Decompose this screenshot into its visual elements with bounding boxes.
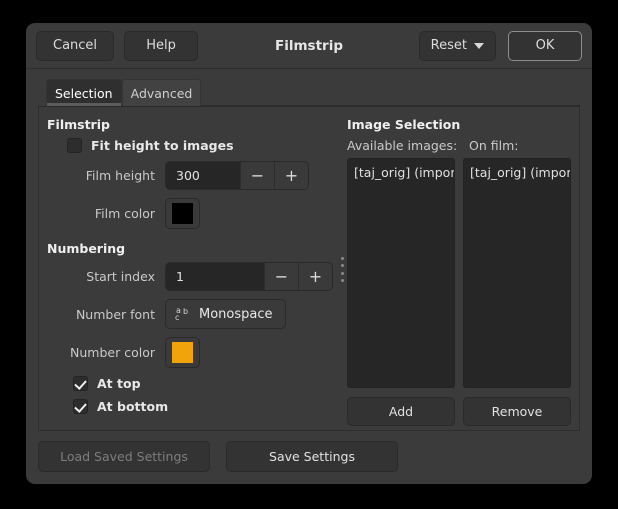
tab-advanced[interactable]: Advanced	[122, 79, 202, 106]
dialog-body: Selection Advanced Filmstrip Fit height …	[26, 69, 592, 431]
numbering-section-title: Numbering	[47, 241, 333, 256]
save-settings-button[interactable]: Save Settings	[226, 441, 398, 472]
list-item[interactable]: [taj_orig] (imported)	[464, 162, 570, 183]
checkbox-box	[73, 399, 88, 414]
film-color-button[interactable]	[165, 198, 200, 229]
film-color-row: Film color	[47, 198, 333, 229]
number-font-button[interactable]: acb Monospace	[165, 299, 286, 329]
remove-button[interactable]: Remove	[463, 397, 571, 426]
number-font-row: Number font acb Monospace	[47, 299, 333, 329]
grip-dots-icon	[341, 257, 344, 283]
number-font-value: Monospace	[199, 307, 273, 322]
ok-button[interactable]: OK	[508, 31, 582, 61]
image-selection-column: Image Selection Available images: On fil…	[347, 113, 579, 426]
film-height-spinner[interactable]: 300 − +	[165, 161, 309, 190]
left-options-column: Filmstrip Fit height to images Film heig…	[39, 113, 337, 426]
start-index-increment-button[interactable]: +	[298, 263, 332, 290]
number-font-label: Number font	[47, 307, 165, 322]
on-film-label: On film:	[469, 138, 518, 153]
filmstrip-section-title: Filmstrip	[47, 117, 333, 132]
help-button[interactable]: Help	[124, 31, 198, 61]
cancel-button[interactable]: Cancel	[36, 31, 114, 61]
header-right-buttons: Reset OK	[419, 31, 582, 61]
film-height-input[interactable]: 300	[166, 162, 240, 189]
list-item[interactable]: [taj_orig] (imported)	[348, 162, 454, 183]
film-color-label: Film color	[47, 206, 165, 221]
available-images-list[interactable]: [taj_orig] (imported)	[347, 158, 455, 388]
list-headers: Available images: On film:	[347, 138, 571, 153]
settings-notebook: Selection Advanced Filmstrip Fit height …	[38, 79, 580, 431]
film-color-swatch	[172, 203, 193, 224]
load-saved-settings-button[interactable]: Load Saved Settings	[38, 441, 210, 472]
panel-splitter-handle[interactable]	[337, 113, 347, 426]
checkbox-box	[73, 376, 88, 391]
tab-bar: Selection Advanced	[38, 79, 580, 107]
start-index-spinner[interactable]: 1 − +	[165, 262, 333, 291]
start-index-label: Start index	[47, 269, 165, 284]
start-index-row: Start index 1 − +	[47, 262, 333, 291]
checkbox-box	[67, 138, 82, 153]
chevron-down-icon	[474, 43, 484, 49]
number-color-label: Number color	[47, 345, 165, 360]
film-height-decrement-button[interactable]: −	[240, 162, 274, 189]
tab-bar-filler	[201, 79, 580, 106]
start-index-decrement-button[interactable]: −	[264, 263, 298, 290]
film-height-row: Film height 300 − +	[47, 161, 333, 190]
on-film-list[interactable]: [taj_orig] (imported)	[463, 158, 571, 388]
image-lists: [taj_orig] (imported) [taj_orig] (import…	[347, 158, 571, 388]
available-images-label: Available images:	[347, 138, 469, 153]
fit-height-to-images-label: Fit height to images	[91, 138, 234, 153]
tab-selection[interactable]: Selection	[46, 79, 122, 106]
film-height-label: Film height	[47, 168, 165, 183]
number-color-row: Number color	[47, 337, 333, 368]
film-height-increment-button[interactable]: +	[274, 162, 308, 189]
at-bottom-label: At bottom	[97, 399, 168, 414]
header-left-buttons: Cancel Help	[36, 31, 198, 61]
at-top-checkbox[interactable]: At top	[73, 376, 333, 391]
fit-height-to-images-checkbox[interactable]: Fit height to images	[67, 138, 333, 153]
add-button[interactable]: Add	[347, 397, 455, 426]
tab-page-selection: Filmstrip Fit height to images Film heig…	[38, 107, 580, 431]
font-select-icon: acb	[175, 307, 190, 322]
start-index-input[interactable]: 1	[166, 263, 264, 290]
at-top-label: At top	[97, 376, 141, 391]
reset-dropdown-button[interactable]: Reset	[419, 31, 496, 61]
number-color-swatch	[172, 342, 193, 363]
list-action-buttons: Add Remove	[347, 397, 571, 426]
at-bottom-checkbox[interactable]: At bottom	[73, 399, 333, 414]
number-color-button[interactable]	[165, 337, 200, 368]
image-selection-section-title: Image Selection	[347, 117, 571, 132]
dialog-footer: Load Saved Settings Save Settings	[26, 431, 592, 484]
reset-label: Reset	[431, 38, 467, 53]
filmstrip-dialog: Cancel Help Filmstrip Reset OK Selection…	[26, 23, 592, 484]
dialog-header-bar: Cancel Help Filmstrip Reset OK	[26, 23, 592, 69]
